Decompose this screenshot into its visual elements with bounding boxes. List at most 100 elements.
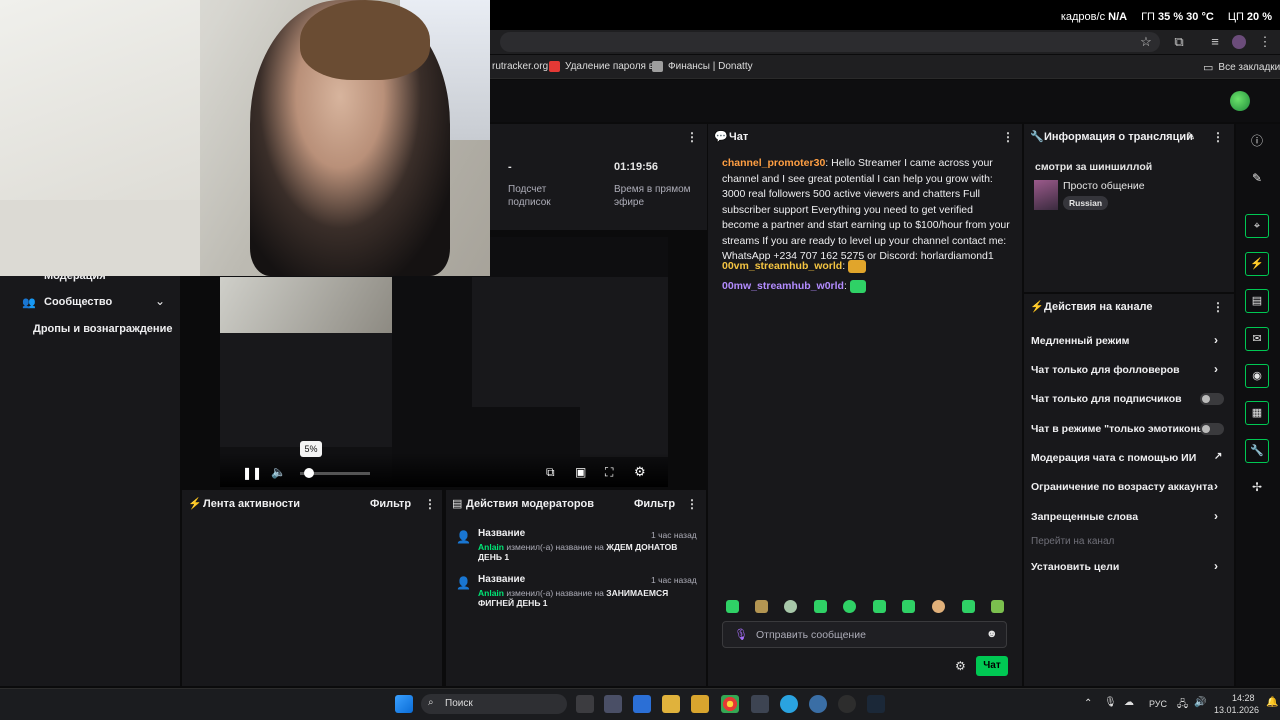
action-slow-mode[interactable]: Медленный режим — [1031, 335, 1129, 347]
emote-icon[interactable] — [784, 600, 797, 613]
extensions-icon[interactable]: ⧉ — [1172, 35, 1186, 49]
action-ai-moderation[interactable]: Модерация чата с помощью ИИ — [1031, 452, 1196, 464]
sidebar-item-drops[interactable]: Дропы и вознаграждение — [33, 323, 172, 335]
chrome-alt-icon[interactable] — [809, 695, 827, 713]
calculator-icon[interactable] — [751, 695, 769, 713]
cloud-icon[interactable]: ☁ — [1124, 697, 1134, 708]
search-icon: ⌕ — [428, 697, 434, 708]
emote-icon[interactable] — [843, 600, 856, 613]
mod-username[interactable]: Anlain — [478, 588, 504, 598]
bookmark-star-icon[interactable]: ☆ — [1139, 35, 1153, 49]
app-icon[interactable] — [604, 695, 622, 713]
chevron-right-icon[interactable]: › — [1214, 362, 1218, 376]
address-bar[interactable] — [500, 32, 1160, 52]
mod-filter-button[interactable]: Фильтр — [634, 498, 675, 510]
chat-bubble-icon[interactable]: ✉ — [1245, 327, 1269, 351]
profile-avatar-icon[interactable] — [1232, 35, 1246, 49]
mod-menu-icon[interactable]: ⋮ — [686, 497, 698, 511]
chat-menu-icon[interactable]: ⋮ — [1002, 130, 1014, 144]
pencil-icon[interactable]: ✎ — [1249, 170, 1265, 186]
media-controls-icon[interactable]: ≡ — [1208, 35, 1222, 49]
wrench-icon[interactable]: 🔧 — [1245, 439, 1269, 463]
microphone-icon[interactable]: 🎙 — [734, 628, 748, 641]
external-link-icon[interactable]: ↗ — [1214, 451, 1222, 462]
steam-icon[interactable] — [867, 695, 885, 713]
layout-icon[interactable]: ▦ — [1245, 401, 1269, 425]
pause-icon[interactable]: ❚❚ — [242, 466, 262, 480]
folder-icon[interactable] — [662, 695, 680, 713]
pip-icon[interactable]: ⧉ — [546, 465, 555, 480]
bookmark-rutracker[interactable]: rutracker.org — [492, 61, 548, 72]
settings-gear-icon[interactable]: ⚙ — [634, 464, 646, 480]
chat-settings-gear-icon[interactable]: ⚙ — [955, 659, 966, 673]
actions-menu-icon[interactable]: ⋮ — [1212, 300, 1224, 314]
chrome-icon[interactable] — [721, 695, 739, 713]
emote-icon[interactable] — [991, 600, 1004, 613]
clock-date[interactable]: 13.01.2026 — [1214, 705, 1259, 715]
store-icon[interactable] — [633, 695, 651, 713]
chevron-down-icon[interactable]: ⌄ — [155, 294, 165, 308]
clip-icon[interactable]: ⌖ — [1245, 214, 1269, 238]
language-indicator[interactable]: РУС — [1149, 699, 1167, 709]
volume-slider-handle[interactable] — [304, 468, 314, 478]
emote-icon — [848, 259, 867, 273]
volume-icon[interactable]: 🔈 — [271, 465, 286, 479]
chevron-right-icon[interactable]: › — [1214, 333, 1218, 347]
activity-menu-icon[interactable]: ⋮ — [424, 497, 436, 511]
bookmark-donatty[interactable]: Финансы | Donatty — [652, 61, 753, 72]
bookmark-password[interactable]: Удаление пароля в... — [549, 61, 662, 72]
add-action-icon[interactable]: ✢ — [1249, 479, 1265, 495]
obs-icon[interactable] — [838, 695, 856, 713]
stats-menu-icon[interactable]: ⋮ — [686, 130, 698, 144]
emote-only-toggle[interactable] — [1200, 423, 1224, 435]
all-bookmarks-button[interactable]: ▭ Все закладки — [1203, 61, 1280, 74]
chat-username[interactable]: 00mw_streamhub_w0rld — [722, 280, 844, 292]
notifications-icon[interactable]: 🔔 — [1266, 697, 1278, 708]
emote-icon[interactable] — [755, 600, 768, 613]
edit-pencil-icon[interactable]: ✎ — [1186, 130, 1195, 143]
lightning-icon[interactable]: ⚡ — [1245, 252, 1269, 276]
taskbar-search[interactable] — [421, 694, 567, 714]
microphone-icon[interactable]: 🎙 — [1104, 697, 1117, 708]
emote-icon[interactable] — [902, 600, 915, 613]
emote-icon[interactable] — [814, 600, 827, 613]
theater-mode-icon[interactable]: ▣ — [575, 465, 586, 479]
emote-picker-icon[interactable]: ☻ — [986, 628, 998, 640]
app-icon[interactable] — [691, 695, 709, 713]
windows-start-icon[interactable] — [395, 695, 413, 713]
sidebar-item-community[interactable]: Сообщество — [44, 296, 112, 308]
info-icon[interactable]: ⓘ — [1249, 133, 1265, 149]
info-menu-icon[interactable]: ⋮ — [1212, 130, 1224, 144]
browser-menu-icon[interactable]: ⋮ — [1258, 35, 1272, 49]
chevron-right-icon[interactable]: › — [1214, 509, 1218, 523]
network-icon[interactable]: 🖧 — [1177, 697, 1188, 714]
task-view-icon[interactable] — [576, 695, 594, 713]
emote-icon[interactable] — [873, 600, 886, 613]
volume-icon[interactable]: 🔊 — [1194, 697, 1206, 708]
emote-icon[interactable] — [962, 600, 975, 613]
chevron-right-icon[interactable]: › — [1214, 479, 1218, 493]
broadcast-icon[interactable]: ◉ — [1245, 364, 1269, 388]
user-avatar[interactable] — [1230, 91, 1250, 111]
activity-filter-button[interactable]: Фильтр — [370, 498, 411, 510]
tray-chevron-icon[interactable]: ⌃ — [1084, 698, 1092, 709]
action-account-age[interactable]: Ограничение по возрасту аккаунта — [1031, 481, 1213, 493]
action-set-goals[interactable]: Установить цели — [1031, 561, 1119, 573]
stream-category[interactable]: Просто общение — [1063, 180, 1145, 192]
emote-icon[interactable] — [932, 600, 945, 613]
clock-time[interactable]: 14:28 — [1232, 693, 1255, 703]
mod-username[interactable]: Anlain — [478, 542, 504, 552]
action-goto-channel[interactable]: Перейти на канал — [1031, 536, 1114, 547]
action-blocked-terms[interactable]: Запрещенные слова — [1031, 511, 1138, 523]
chat-username[interactable]: channel_promoter30 — [722, 157, 825, 169]
emote-icon[interactable] — [726, 600, 739, 613]
fullscreen-icon[interactable]: ⛶ — [605, 465, 613, 480]
subscribers-only-toggle[interactable] — [1200, 393, 1224, 405]
stream-tag[interactable]: Russian — [1063, 196, 1109, 210]
chat-send-button[interactable]: Чат — [976, 656, 1008, 676]
action-followers-only[interactable]: Чат только для фолловеров — [1031, 364, 1180, 376]
chat-username[interactable]: 00vm_streamhub_world — [722, 260, 842, 272]
chevron-right-icon[interactable]: › — [1214, 559, 1218, 573]
telegram-icon[interactable] — [780, 695, 798, 713]
document-icon[interactable]: ▤ — [1245, 289, 1269, 313]
